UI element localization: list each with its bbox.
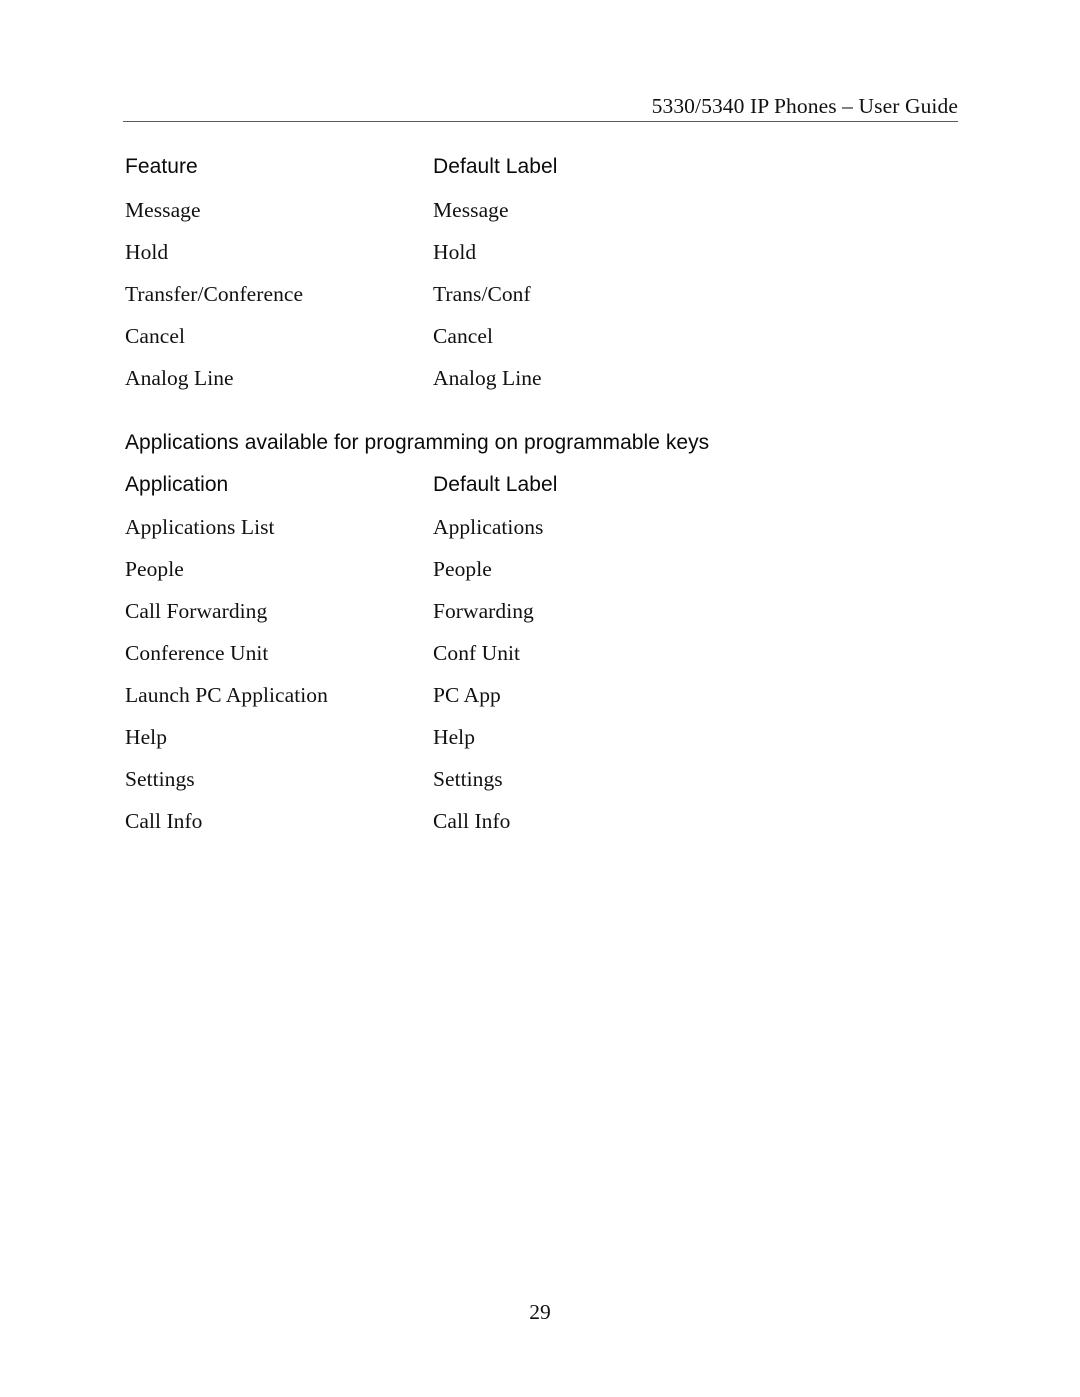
document-page: 5330/5340 IP Phones – User Guide Feature…: [0, 0, 1080, 1397]
application-cell: Help: [125, 725, 167, 749]
default-label-cell: Trans/Conf: [433, 282, 531, 306]
application-cell: Call Forwarding: [125, 599, 268, 623]
feature-cell: Analog Line: [125, 366, 234, 390]
application-cell: Launch PC Application: [125, 683, 328, 707]
default-label-cell: PC App: [433, 683, 501, 707]
default-label-cell: Help: [433, 725, 475, 749]
page-number: 29: [529, 1300, 551, 1324]
header-divider-rule: [123, 121, 958, 122]
default-label-cell: Hold: [433, 240, 477, 264]
application-cell: Call Info: [125, 809, 203, 833]
running-header-title: 5330/5340 IP Phones – User Guide: [651, 94, 958, 118]
applications-table-column-header-application: Application: [125, 473, 229, 496]
default-label-cell: Applications: [433, 515, 544, 539]
default-label-cell: Call Info: [433, 809, 511, 833]
feature-cell: Transfer/Conference: [125, 282, 304, 306]
feature-table-column-header-feature: Feature: [125, 155, 198, 178]
feature-table-column-header-default-label: Default Label: [433, 155, 558, 178]
feature-cell: Cancel: [125, 324, 185, 348]
application-cell: Settings: [125, 767, 195, 791]
default-label-cell: Message: [433, 198, 509, 222]
applications-table-column-header-default-label: Default Label: [433, 473, 558, 496]
application-cell: Applications List: [125, 515, 275, 539]
application-cell: People: [125, 557, 184, 581]
default-label-cell: Conf Unit: [433, 641, 521, 665]
default-label-cell: People: [433, 557, 492, 581]
default-label-cell: Settings: [433, 767, 503, 791]
default-label-cell: Analog Line: [433, 366, 542, 390]
applications-section-heading: Applications available for programming o…: [125, 431, 710, 454]
feature-cell: Message: [125, 198, 201, 222]
default-label-cell: Cancel: [433, 324, 493, 348]
feature-cell: Hold: [125, 240, 169, 264]
application-cell: Conference Unit: [125, 641, 269, 665]
default-label-cell: Forwarding: [433, 599, 534, 623]
